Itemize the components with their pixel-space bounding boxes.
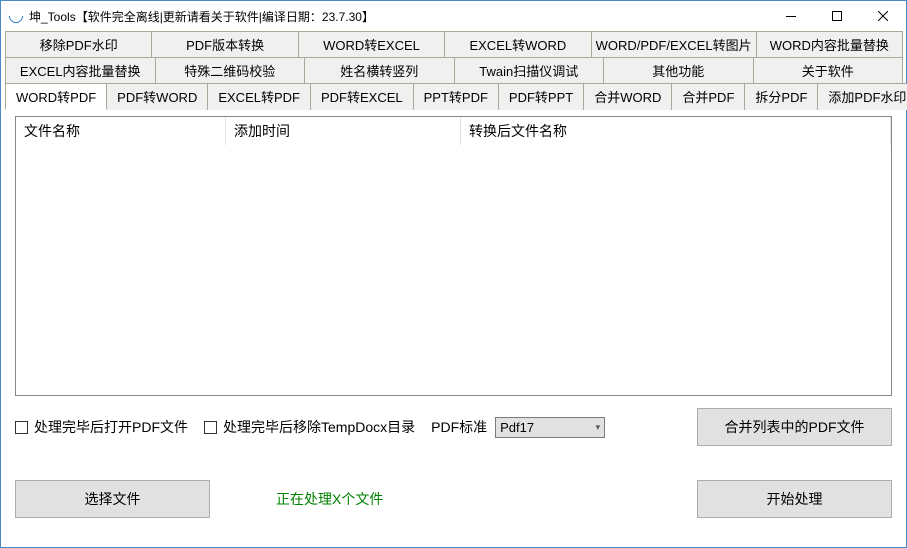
tab-remove-watermark[interactable]: 移除PDF水印 (5, 31, 152, 57)
tab-row-2: EXCEL内容批量替换 特殊二维码校验 姓名横转竖列 Twain扫描仪调试 其他… (1, 57, 906, 83)
tab-word-to-pdf[interactable]: WORD转PDF (5, 83, 107, 110)
tab-excel-to-word[interactable]: EXCEL转WORD (444, 31, 591, 57)
app-icon (6, 6, 26, 26)
label-remove-temp: 处理完毕后移除TempDocx目录 (223, 417, 415, 437)
tab-to-image[interactable]: WORD/PDF/EXCEL转图片 (591, 31, 757, 57)
close-button[interactable] (860, 1, 906, 31)
select-file-button[interactable]: 选择文件 (15, 480, 210, 518)
checkbox-open-after[interactable] (15, 421, 28, 434)
tab-pdf-to-word[interactable]: PDF转WORD (106, 83, 208, 110)
start-button[interactable]: 开始处理 (697, 480, 892, 518)
tab-twain-debug[interactable]: Twain扫描仪调试 (454, 57, 605, 83)
tab-about[interactable]: 关于软件 (753, 57, 904, 83)
listview-header: 文件名称 添加时间 转换后文件名称 (16, 117, 891, 145)
status-text: 正在处理X个文件 (276, 489, 679, 509)
title-bar: 坤_Tools【软件完全离线|更新请看关于软件|编译日期：23.7.30】 (1, 1, 906, 31)
checkbox-remove-temp[interactable] (204, 421, 217, 434)
file-listview[interactable]: 文件名称 添加时间 转换后文件名称 (15, 116, 892, 396)
merge-list-button[interactable]: 合并列表中的PDF文件 (697, 408, 892, 446)
tab-excel-replace[interactable]: EXCEL内容批量替换 (5, 57, 156, 83)
tab-row-1: 移除PDF水印 PDF版本转换 WORD转EXCEL EXCEL转WORD WO… (1, 31, 906, 57)
tab-merge-word[interactable]: 合并WORD (583, 83, 672, 110)
tab-word-to-excel[interactable]: WORD转EXCEL (298, 31, 445, 57)
col-outname[interactable]: 转换后文件名称 (461, 117, 891, 145)
col-addtime[interactable]: 添加时间 (226, 117, 461, 145)
chevron-down-icon: ▾ (596, 422, 601, 433)
options-row: 处理完毕后打开PDF文件 处理完毕后移除TempDocx目录 PDF标准 Pdf… (15, 408, 892, 446)
tab-name-rotate[interactable]: 姓名横转竖列 (304, 57, 455, 83)
bottom-row: 选择文件 正在处理X个文件 开始处理 (15, 480, 892, 518)
select-pdf-standard[interactable]: Pdf17 ▾ (495, 417, 605, 438)
window-title: 坤_Tools【软件完全离线|更新请看关于软件|编译日期：23.7.30】 (29, 8, 768, 25)
tab-pdf-version[interactable]: PDF版本转换 (151, 31, 298, 57)
col-filename[interactable]: 文件名称 (16, 117, 226, 145)
tab-word-replace[interactable]: WORD内容批量替换 (756, 31, 903, 57)
tab-pdf-to-excel[interactable]: PDF转EXCEL (310, 83, 414, 110)
tab-add-watermark[interactable]: 添加PDF水印 (817, 83, 907, 110)
tab-excel-to-pdf[interactable]: EXCEL转PDF (207, 83, 311, 110)
tab-qr-check[interactable]: 特殊二维码校验 (155, 57, 306, 83)
label-open-after: 处理完毕后打开PDF文件 (34, 417, 188, 437)
tab-other[interactable]: 其他功能 (603, 57, 754, 83)
tab-ppt-to-pdf[interactable]: PPT转PDF (413, 83, 499, 110)
maximize-button[interactable] (814, 1, 860, 31)
tab-pdf-to-ppt[interactable]: PDF转PPT (498, 83, 584, 110)
label-pdf-standard: PDF标准 (431, 417, 487, 437)
tab-split-pdf[interactable]: 拆分PDF (744, 83, 818, 110)
minimize-button[interactable] (768, 1, 814, 31)
content-panel: 文件名称 添加时间 转换后文件名称 处理完毕后打开PDF文件 处理完毕后移除Te… (5, 109, 902, 518)
tab-merge-pdf[interactable]: 合并PDF (671, 83, 745, 110)
tab-row-3: WORD转PDF PDF转WORD EXCEL转PDF PDF转EXCEL PP… (1, 83, 906, 110)
select-value: Pdf17 (500, 420, 534, 435)
